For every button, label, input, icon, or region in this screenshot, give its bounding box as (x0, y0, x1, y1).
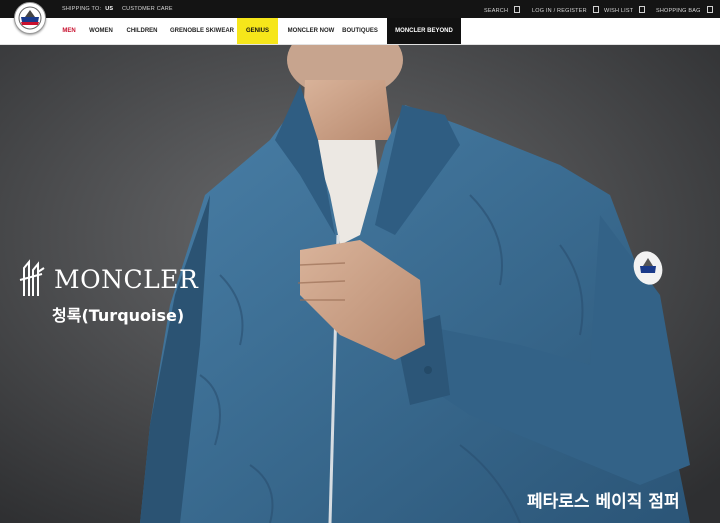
shipping-country: US (105, 6, 114, 12)
color-label: 청록(Turquoise) (52, 306, 185, 325)
nav-moncler-now[interactable]: MONCLER NOW (287, 18, 335, 44)
nav-children[interactable]: CHILDREN (126, 18, 158, 44)
search-label: SEARCH (484, 8, 509, 14)
nav-genius[interactable]: GENIUS (237, 18, 278, 44)
login-link[interactable]: LOG IN / REGISTER (532, 6, 599, 14)
wishlist-link[interactable]: WISH LIST (604, 6, 646, 14)
heart-icon (639, 6, 646, 13)
shipping-label: SHIPPING TO: (62, 6, 102, 12)
shipping-to[interactable]: SHIPPING TO: US (62, 6, 113, 12)
bag-icon (706, 6, 713, 13)
moncler-rooster-icon (19, 259, 45, 296)
nav-moncler-beyond[interactable]: MONCLER BEYOND (387, 18, 461, 44)
shopping-bag-link[interactable]: SHOPPING BAG (656, 6, 713, 14)
brand-name: MONCLER (54, 265, 199, 294)
nav-boutiques[interactable]: BOUTIQUES (341, 18, 379, 44)
user-icon (592, 6, 599, 13)
moncler-logo-icon[interactable] (14, 2, 46, 34)
customer-care-link[interactable]: CUSTOMER CARE (122, 6, 173, 12)
product-name: 페타로스 베이직 점퍼 (527, 492, 680, 512)
main-nav: MEN WOMEN CHILDREN GRENOBLE SKIWEAR GENI… (0, 18, 720, 45)
search-icon (514, 6, 521, 13)
nav-grenoble-skiwear[interactable]: GRENOBLE SKIWEAR (170, 18, 234, 44)
wishlist-label: WISH LIST (604, 8, 634, 14)
utility-bar: SHIPPING TO: US CUSTOMER CARE SEARCH LOG … (0, 0, 720, 18)
bag-label: SHOPPING BAG (656, 8, 701, 14)
search-link[interactable]: SEARCH (484, 6, 521, 14)
nav-women[interactable]: WOMEN (89, 18, 113, 44)
brand-overlay: MONCLER (18, 258, 198, 298)
login-label: LOG IN / REGISTER (532, 8, 587, 14)
nav-men[interactable]: MEN (61, 18, 77, 44)
